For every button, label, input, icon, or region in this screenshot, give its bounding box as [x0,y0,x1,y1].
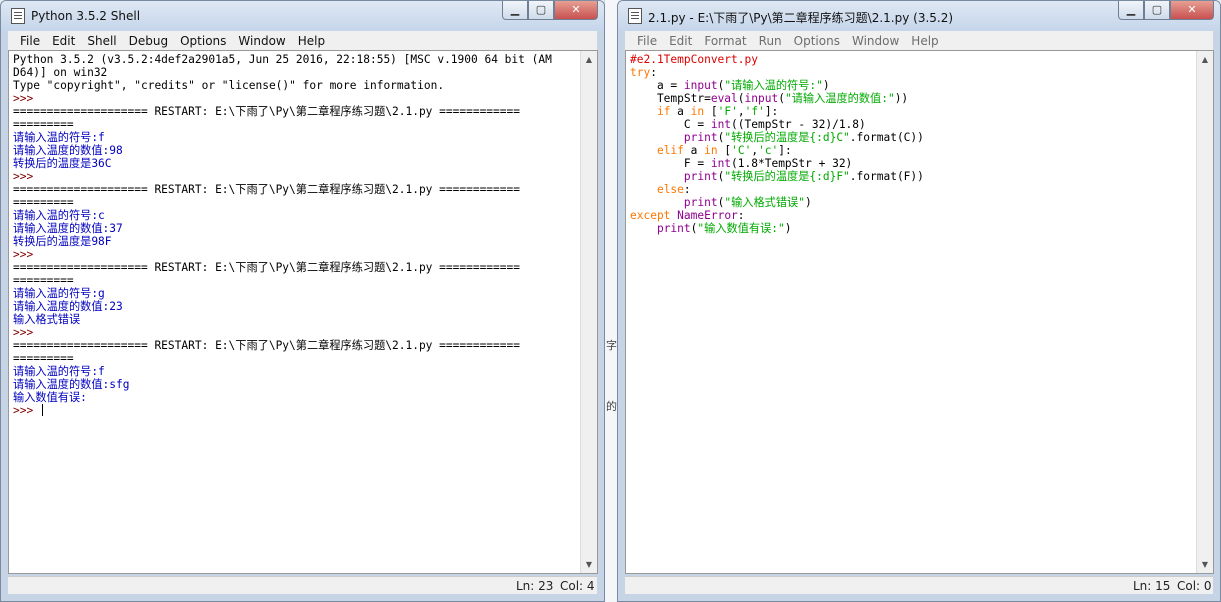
shell-line: 转换后的温度是98F [13,235,112,248]
shell-line: 输入格式错误 [13,313,81,326]
minimize-button[interactable]: ▁ [1118,1,1144,20]
menu-options[interactable]: Options [788,34,846,48]
shell-text[interactable]: Python 3.5.2 (v3.5.2:4def2a2901a5, Jun 2… [9,51,597,417]
code-line: try: [630,66,657,79]
shell-line: >>> [13,404,597,417]
shell-line: ==================== RESTART: E:\下雨了\Py\… [13,339,520,352]
shell-line: >>> [13,170,40,183]
shell-line: ==================== RESTART: E:\下雨了\Py\… [13,261,520,274]
shell-statusbar: Ln: 23 Col: 4 [8,576,597,594]
code-line: elif a in ['C','c']: [656,144,792,157]
shell-line: 请输入温度的数值:23 [13,300,123,313]
code-line: except NameError: [630,209,745,222]
code-line: #e2.1TempConvert.py [630,53,758,66]
status-line: Ln: 23 [516,579,554,593]
menu-shell[interactable]: Shell [81,34,122,48]
shell-line: >>> [13,248,40,261]
shell-line: ========= [13,352,74,365]
code-line: TempStr=eval(input("请输入温度的数值:")) [630,92,909,105]
minimize-button[interactable]: ▁ [502,1,528,20]
code-line: else: [656,183,691,196]
shell-titlebar[interactable]: Python 3.5.2 Shell ▁ ▢ ✕ [1,1,604,31]
scroll-up-icon[interactable]: ▲ [1197,51,1213,68]
editor-statusbar: Ln: 15 Col: 0 [625,576,1213,594]
shell-line: 请输入温的符号:f [13,131,105,144]
shell-line: D64)] on win32 [13,66,108,79]
editor-text-area[interactable]: #e2.1TempConvert.py try: a = input("请输入温的… [625,50,1214,574]
maximize-button[interactable]: ▢ [1144,1,1170,20]
shell-line: Python 3.5.2 (v3.5.2:4def2a2901a5, Jun 2… [13,53,552,66]
code-line: print("输入格式错误") [683,196,812,209]
scroll-down-icon[interactable]: ▼ [1197,556,1213,573]
menu-debug[interactable]: Debug [123,34,174,48]
python-shell-icon [11,8,25,24]
shell-line: ========= [13,196,74,209]
desktop: 字 的 Python 3.5.2 Shell ▁ ▢ ✕ File Edit She… [0,0,1221,602]
editor-scrollbar[interactable]: ▲ ▼ [1196,51,1213,573]
shell-line: 请输入温度的数值:sfg [13,378,130,391]
code-line: if a in ['F','f']: [656,105,779,118]
shell-line: 请输入温度的数值:98 [13,144,123,157]
shell-line: 请输入温的符号:g [13,287,105,300]
editor-titlebar[interactable]: 2.1.py - E:\下雨了\Py\第二章程序练习题\2.1.py (3.5.… [618,1,1220,31]
status-column: Col: 4 [560,579,595,593]
menu-edit[interactable]: Edit [46,34,81,48]
menu-help[interactable]: Help [292,34,331,48]
shell-line: ==================== RESTART: E:\下雨了\Py\… [13,105,520,118]
shell-line: 输入数值有误: [13,391,87,404]
shell-line: 请输入温的符号:f [13,365,105,378]
menu-window[interactable]: Window [232,34,291,48]
window-title: 2.1.py - E:\下雨了\Py\第二章程序练习题\2.1.py (3.5.… [648,11,954,25]
shell-line: ========= [13,274,74,287]
menu-edit[interactable]: Edit [663,34,698,48]
scroll-up-icon[interactable]: ▲ [581,51,597,68]
shell-line: >>> [13,92,40,105]
code-line: print("转换后的温度是{:d}F".format(F)) [683,170,924,183]
code-line: print("转换后的温度是{:d}C".format(C)) [683,131,924,144]
editor-menubar: File Edit Format Run Options Window Help [618,31,1220,50]
background-text: 字 [606,339,617,352]
shell-scrollbar[interactable]: ▲ ▼ [580,51,597,573]
background-text: 的 [606,400,617,413]
shell-line: ========= [13,118,74,131]
status-line: Ln: 15 [1133,579,1171,593]
menu-file[interactable]: File [14,34,46,48]
close-button[interactable]: ✕ [554,1,598,20]
text-cursor [41,404,43,416]
close-button[interactable]: ✕ [1170,1,1214,20]
shell-menubar: File Edit Shell Debug Options Window Help [1,31,604,50]
code-line: a = input("请输入温的符号:") [630,79,830,92]
shell-line: >>> [13,326,40,339]
menu-file[interactable]: File [631,34,663,48]
shell-output[interactable]: Python 3.5.2 (v3.5.2:4def2a2901a5, Jun 2… [8,50,598,574]
menu-options[interactable]: Options [174,34,232,48]
menu-window[interactable]: Window [846,34,905,48]
shell-line: ==================== RESTART: E:\下雨了\Py\… [13,183,520,196]
background-window-strip: 字 的 [604,0,618,602]
menu-help[interactable]: Help [905,34,944,48]
window-title: Python 3.5.2 Shell [31,9,141,23]
code-line: F = int(1.8*TempStr + 32) [630,157,853,170]
shell-line: 请输入温的符号:c [13,209,105,222]
source-code[interactable]: #e2.1TempConvert.py try: a = input("请输入温的… [626,51,1213,235]
maximize-button[interactable]: ▢ [528,1,554,20]
scroll-down-icon[interactable]: ▼ [581,556,597,573]
shell-line: Type "copyright", "credits" or "license(… [13,79,445,92]
editor-window[interactable]: 2.1.py - E:\下雨了\Py\第二章程序练习题\2.1.py (3.5.… [617,0,1221,602]
shell-window[interactable]: Python 3.5.2 Shell ▁ ▢ ✕ File Edit Shell De… [0,0,605,602]
menu-run[interactable]: Run [753,34,788,48]
menu-format[interactable]: Format [698,34,752,48]
status-column: Col: 0 [1177,579,1212,593]
python-file-icon [628,8,642,24]
code-line: C = int((TempStr - 32)/1.8) [630,118,866,131]
shell-line: 请输入温度的数值:37 [13,222,123,235]
code-line: print("输入数值有误:") [656,222,792,235]
shell-line: 转换后的温度是36C [13,157,112,170]
